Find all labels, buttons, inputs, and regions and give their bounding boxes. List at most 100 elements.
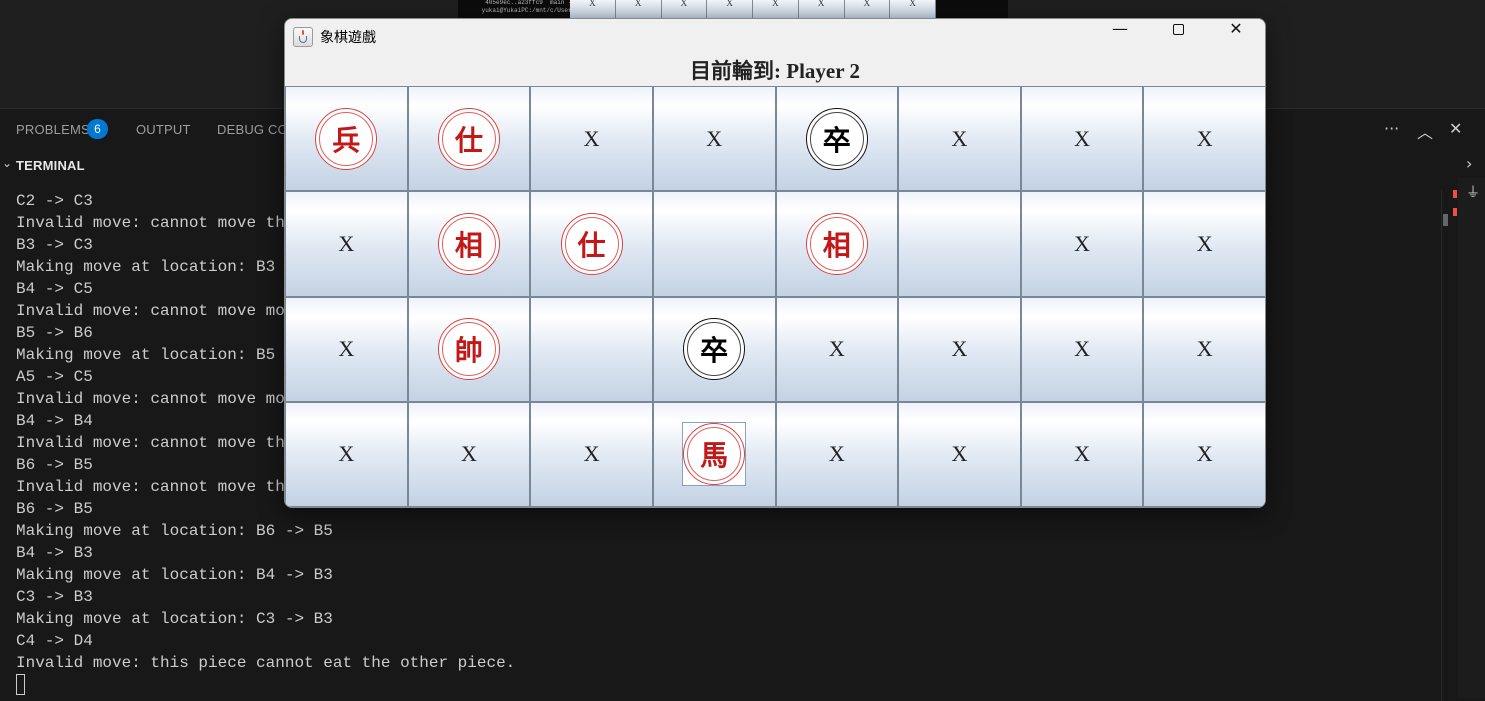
board-cell[interactable] — [898, 191, 1021, 297]
terminal-line: B4 -> C5 — [16, 280, 93, 298]
board-cell[interactable]: X — [775, 401, 899, 507]
board-cell[interactable] — [652, 191, 776, 297]
game-window: 象棋遊戲 — ✕ 目前輪到: Player 2 兵仕XX卒XXXX相仕相XXX帥… — [284, 18, 1266, 508]
chess-piece-red[interactable]: 仕 — [437, 107, 500, 170]
cell-label: X — [460, 441, 477, 467]
board-cell[interactable]: X — [530, 86, 653, 192]
tab-debug-console[interactable]: DEBUG CO — [217, 122, 288, 137]
board-cell[interactable]: X — [285, 191, 408, 297]
chess-board: 兵仕XX卒XXXX相仕相XXX帥卒XXXXXXX馬XXXX — [285, 86, 1265, 507]
board-cell[interactable]: X — [775, 296, 899, 402]
close-button[interactable]: ✕ — [1207, 19, 1265, 55]
terminal-scrollbar-thumb[interactable] — [1443, 214, 1448, 226]
terminal-scrollbar-track[interactable] — [1441, 190, 1442, 701]
terminal-line: B5 -> B6 — [16, 324, 93, 342]
chess-piece-red[interactable]: 兵 — [315, 107, 378, 170]
background-board-cell: X — [615, 0, 662, 18]
board-cell[interactable]: X — [407, 401, 531, 507]
terminal-title[interactable]: TERMINAL — [16, 158, 85, 173]
cell-label: X — [338, 230, 355, 256]
cell-label: X — [951, 441, 968, 467]
tab-problems[interactable]: PROBLEMS — [16, 122, 90, 137]
cell-label: X — [1074, 230, 1090, 256]
minimize-button[interactable]: — — [1091, 19, 1149, 55]
board-cell[interactable]: 相 — [407, 191, 531, 297]
plug-icon[interactable]: ⏚ — [1466, 182, 1480, 202]
tab-output[interactable]: OUTPUT — [136, 122, 191, 137]
chess-piece-black[interactable]: 卒 — [805, 107, 868, 170]
board-cell[interactable]: X — [1020, 191, 1144, 297]
terminal-line: B4 -> B3 — [16, 544, 93, 562]
chess-piece-red[interactable]: 相 — [805, 212, 868, 275]
terminal-line: Invalid move: this piece cannot eat the … — [16, 654, 516, 672]
error-marker — [1453, 208, 1457, 216]
terminal-line: Invalid move: cannot move more — [16, 390, 305, 408]
board-cell[interactable]: X — [898, 296, 1021, 402]
board-cell[interactable]: 馬 — [652, 401, 776, 507]
background-board-cell: X — [890, 0, 936, 18]
board-cell[interactable]: X — [1143, 191, 1265, 297]
chess-piece-black[interactable]: 卒 — [683, 318, 746, 381]
terminal-line: C4 -> D4 — [16, 632, 93, 650]
board-cell[interactable]: X — [652, 86, 776, 192]
background-board-cell: X — [661, 0, 708, 18]
board-cell[interactable]: X — [1143, 401, 1265, 507]
board-cell[interactable]: 卒 — [775, 86, 899, 192]
cell-label: X — [951, 336, 968, 362]
board-cell[interactable]: X — [285, 296, 408, 402]
board-cell[interactable]: 仕 — [407, 86, 531, 192]
terminal-line: C3 -> B3 — [16, 588, 93, 606]
terminal-line: Invalid move: cannot move the — [16, 214, 295, 232]
window-title: 象棋遊戲 — [320, 30, 376, 46]
terminal-line: Invalid move: cannot move the — [16, 434, 295, 452]
board-cell[interactable]: X — [898, 86, 1021, 192]
terminal-line: C2 -> C3 — [16, 192, 93, 210]
board-cell[interactable]: 卒 — [652, 296, 776, 402]
terminal-line: B6 -> B5 — [16, 456, 93, 474]
board-cell[interactable]: 仕 — [530, 191, 653, 297]
chess-piece-red[interactable]: 相 — [437, 212, 500, 275]
background-board-preview: XXXXXXXX — [570, 0, 936, 18]
maximize-button[interactable] — [1149, 19, 1207, 55]
cell-label: X — [1074, 125, 1090, 151]
cell-label: X — [828, 441, 845, 467]
more-icon[interactable]: ··· — [1384, 119, 1399, 138]
board-cell[interactable]: 相 — [775, 191, 899, 297]
background-board-cell: X — [707, 0, 753, 18]
board-cell[interactable]: X — [1020, 86, 1144, 192]
error-marker — [1453, 190, 1457, 198]
cell-label: X — [1196, 336, 1213, 362]
board-cell[interactable]: X — [898, 401, 1021, 507]
background-board-cell: X — [798, 0, 845, 18]
app-icon-cup — [299, 36, 307, 43]
board-cell[interactable]: X — [1020, 401, 1144, 507]
chevron-down-icon[interactable]: ⌄ — [2, 156, 12, 170]
terminal-line: Making move at location: B5 -> — [16, 346, 305, 364]
java-app-icon — [293, 27, 313, 47]
board-cell[interactable]: X — [530, 401, 653, 507]
background-window-thumbnail: 405e9ec..a23ffc9 main -> m yukai@YukaiPC… — [458, 0, 1008, 18]
chevron-right-icon[interactable]: › — [1466, 154, 1472, 173]
board-cell[interactable]: 帥 — [407, 296, 531, 402]
terminal-line: Making move at location: B6 -> B5 — [16, 522, 333, 540]
window-titlebar[interactable]: 象棋遊戲 — ✕ — [285, 19, 1265, 55]
terminal-line: Invalid move: cannot move the — [16, 478, 295, 496]
cell-label: X — [951, 125, 968, 151]
board-cell[interactable] — [530, 296, 653, 402]
terminal-line: Making move at location: C3 -> B3 — [16, 610, 333, 628]
background-board-cell: X — [844, 0, 891, 18]
chess-piece-red[interactable]: 帥 — [437, 318, 500, 381]
turn-indicator: 目前輪到: Player 2 — [690, 59, 860, 83]
board-cell[interactable]: X — [1020, 296, 1144, 402]
cell-label: X — [583, 441, 600, 467]
board-cell[interactable]: X — [285, 401, 408, 507]
terminal-line: B3 -> C3 — [16, 236, 93, 254]
board-cell[interactable]: X — [1143, 296, 1265, 402]
terminal-line: Invalid move: cannot move more — [16, 302, 305, 320]
board-cell[interactable]: 兵 — [285, 86, 408, 192]
close-icon[interactable]: ✕ — [1449, 119, 1462, 138]
chevron-up-icon[interactable]: ︿ — [1417, 119, 1433, 143]
problems-count-badge: 6 — [87, 119, 108, 139]
chess-piece-red[interactable]: 仕 — [560, 212, 623, 275]
board-cell[interactable]: X — [1143, 86, 1265, 192]
